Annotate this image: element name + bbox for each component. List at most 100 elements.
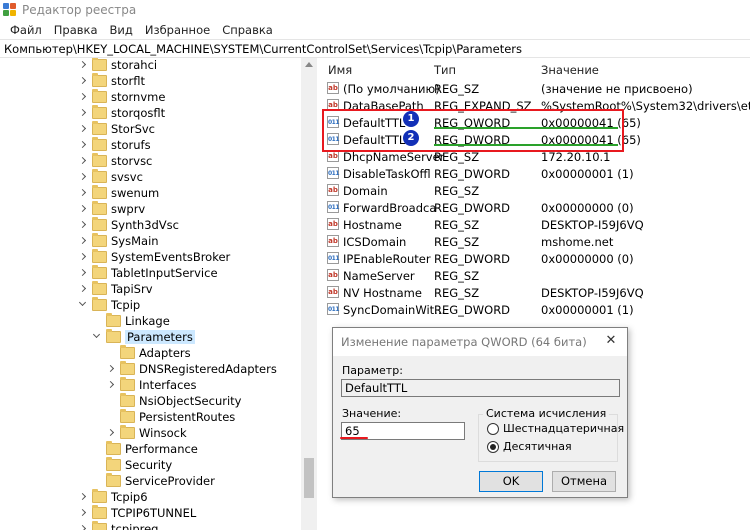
value-type: REG_SZ [434,269,480,283]
chevron-right-icon[interactable] [106,428,116,438]
tree-item[interactable]: Interfaces [106,377,196,393]
value-row[interactable]: ab Domain REG_SZ [318,183,750,200]
chevron-right-icon[interactable] [78,252,88,262]
folder-icon [120,393,135,407]
scroll-thumb[interactable] [304,458,314,498]
value-data: DESKTOP-I59J6VQ [541,218,644,232]
folder-icon [92,121,107,135]
cancel-button[interactable]: Отмена [552,471,616,492]
tree-item-label: svsvc [111,170,143,184]
chevron-right-icon[interactable] [78,268,88,278]
tree-item[interactable]: storflt [78,73,145,89]
tree-item[interactable]: Linkage [92,313,170,329]
tree-item[interactable]: DNSRegisteredAdapters [106,361,277,377]
tree-item[interactable]: PersistentRoutes [106,409,235,425]
tree-item[interactable]: svsvc [78,169,143,185]
ok-button[interactable]: OK [479,471,543,492]
tree-item[interactable]: StorSvc [78,121,155,137]
tree-item[interactable]: storqosflt [78,105,165,121]
tree-item[interactable]: swenum [78,185,159,201]
tree-item[interactable]: Tcpip [78,297,140,313]
value-row[interactable]: 011 SyncDomainWit... REG_DWORD 0x00000001 (… [318,302,750,319]
chevron-right-icon[interactable] [78,108,88,118]
chevron-right-icon[interactable] [78,76,88,86]
chevron-right-icon[interactable] [78,140,88,150]
tree-item[interactable]: NsiObjectSecurity [106,393,241,409]
folder-icon [92,105,107,119]
chevron-right-icon[interactable] [78,204,88,214]
scroll-up-icon[interactable] [305,62,313,67]
tree-item[interactable]: Adapters [106,345,191,361]
tree-item[interactable]: stornvme [78,89,165,105]
dec-radio[interactable] [487,441,499,453]
tree-item[interactable]: TCPIP6TUNNEL [78,505,196,521]
tree-item-label: Tcpip [111,298,141,312]
column-name[interactable]: Имя [328,61,352,79]
tree-item[interactable]: storvsc [78,153,152,169]
chevron-right-icon[interactable] [106,364,116,374]
dec-label[interactable]: Десятичная [503,440,572,453]
menu-file[interactable]: Файл [4,23,48,37]
chevron-right-icon[interactable] [78,220,88,230]
value-row[interactable]: ab NameServer REG_SZ [318,268,750,285]
tree-item[interactable]: Security [92,457,172,473]
chevron-right-icon[interactable] [78,236,88,246]
tree-item[interactable]: SysMain [78,233,159,249]
menu-favorites[interactable]: Избранное [139,23,216,37]
chevron-down-icon[interactable] [92,332,102,342]
address-bar[interactable]: Компьютер\HKEY_LOCAL_MACHINE\SYSTEM\Curr… [0,39,750,58]
tree-scrollbar[interactable] [301,58,317,530]
tree-item[interactable]: TabletInputService [78,265,218,281]
tree-item[interactable]: Parameters [92,329,195,345]
column-type[interactable]: Тип [434,61,456,79]
menu-view[interactable]: Вид [104,23,139,37]
value-row[interactable]: ab ICSDomain REG_SZ mshome.net [318,234,750,251]
chevron-right-icon[interactable] [78,92,88,102]
tree-item-label: Adapters [139,346,191,360]
chevron-right-icon[interactable] [78,284,88,294]
value-row[interactable]: 011 IPEnableRouter REG_DWORD 0x00000000 (0) [318,251,750,268]
menu-help[interactable]: Справка [216,23,279,37]
hex-label[interactable]: Шестнадцатеричная [503,422,624,435]
base-title: Система исчисления [483,407,610,420]
underline-dword [434,144,618,146]
tree-item[interactable]: storahci [78,58,157,73]
chevron-right-icon[interactable] [78,172,88,182]
chevron-right-icon [106,412,116,422]
tree-item-label: Linkage [125,314,170,328]
value-name: Hostname [343,218,402,232]
chevron-right-icon[interactable] [78,524,88,530]
tree-item[interactable]: ServiceProvider [92,473,215,489]
chevron-right-icon[interactable] [78,508,88,518]
chevron-right-icon[interactable] [78,156,88,166]
value-row[interactable]: ab (По умолчанию) REG_SZ (значение не присв… [318,81,750,98]
value-row[interactable]: 011 DisableTaskOffl REG_DWORD 0x00000001 (1… [318,166,750,183]
tree-item[interactable]: swprv [78,201,145,217]
close-icon[interactable]: ✕ [604,334,618,348]
chevron-right-icon[interactable] [78,492,88,502]
menu-edit[interactable]: Правка [48,23,104,37]
chevron-right-icon[interactable] [78,188,88,198]
tree-item[interactable]: Winsock [106,425,187,441]
value-row[interactable]: ab NV Hostname REG_SZ DESKTOP-I59J6VQ [318,285,750,302]
tree-item[interactable]: Synth3dVsc [78,217,179,233]
tree-item[interactable]: SystemEventsBroker [78,249,230,265]
tree-item-label: TabletInputService [111,266,218,280]
tree-item[interactable]: TapiSrv [78,281,153,297]
chevron-down-icon[interactable] [78,300,88,310]
param-label: Параметр: [342,364,403,377]
value-row[interactable]: ab Hostname REG_SZ DESKTOP-I59J6VQ [318,217,750,234]
hex-radio[interactable] [487,423,499,435]
binary-value-icon: 011 [327,303,340,315]
value-name: SyncDomainWit... [343,303,446,317]
tree-item[interactable]: Performance [92,441,198,457]
column-value[interactable]: Значение [541,61,599,79]
chevron-right-icon[interactable] [106,380,116,390]
value-row[interactable]: 011 ForwardBroadca REG_DWORD 0x00000000 (0) [318,200,750,217]
tree-item[interactable]: tcpipreg [78,521,158,530]
value-name: NameServer [343,269,415,283]
chevron-right-icon[interactable] [78,124,88,134]
tree-item[interactable]: storufs [78,137,151,153]
chevron-right-icon[interactable] [78,60,88,70]
tree-item[interactable]: Tcpip6 [78,489,148,505]
